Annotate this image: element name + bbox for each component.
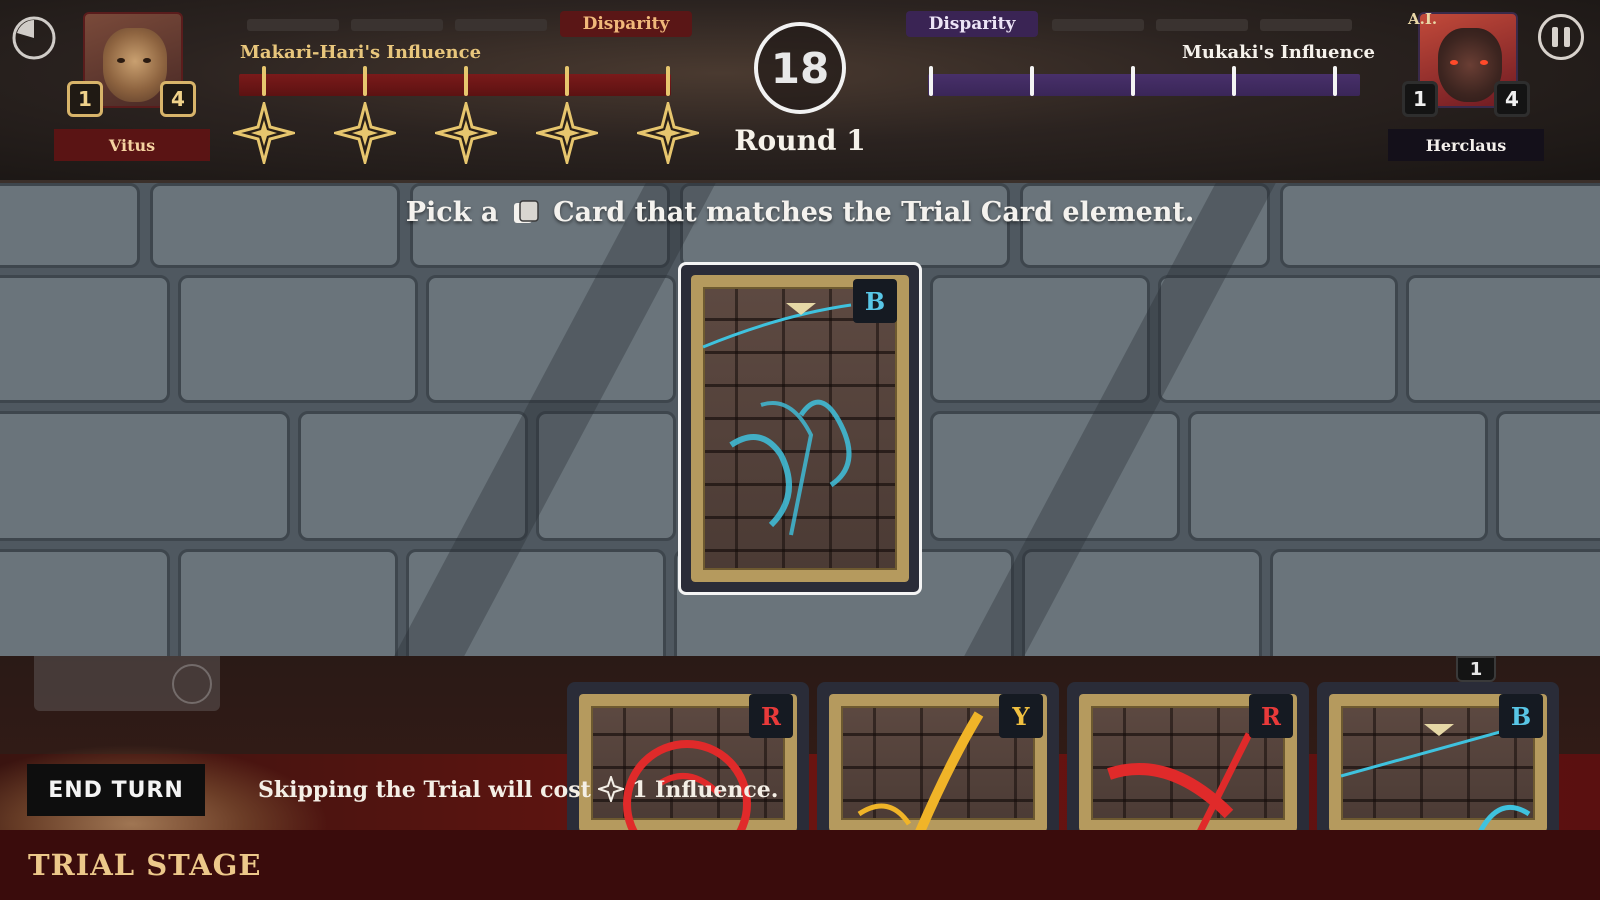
trial-card: B (678, 262, 922, 595)
player-influence-label: Makari-Hari's Influence (240, 42, 482, 63)
player-influence-tick (565, 66, 569, 96)
top-hud: 1 4 Vitus Disparity Makari-Hari's Influe… (0, 0, 1600, 183)
opponent-disparity-pip (1052, 19, 1144, 31)
player-disparity-pip (455, 19, 547, 31)
pause-button[interactable] (1538, 14, 1584, 60)
hand-card[interactable]: B (1317, 682, 1559, 832)
instruction-prefix: Pick a (405, 197, 499, 228)
skip-cost-suffix: 1 Influence. (632, 777, 779, 803)
round-label: Round 1 (734, 124, 866, 157)
opponent-influence-tick (1232, 66, 1236, 96)
turn-timer: 18 (754, 22, 846, 114)
player-name: Vitus (54, 129, 210, 161)
end-turn-button[interactable]: END TURN (27, 764, 205, 816)
hand-card[interactable]: Y (817, 682, 1059, 832)
opponent-influence-bar (928, 74, 1360, 96)
influence-star-icon (536, 102, 598, 164)
hand-card-element: B (1499, 694, 1543, 738)
skip-cost-prefix: Skipping the Trial will cost (258, 777, 591, 803)
hand-card-element: R (1249, 694, 1293, 738)
player-influence-bar (239, 74, 671, 96)
ai-tag: A.I. (1408, 10, 1438, 28)
deck-count: 1 (1456, 656, 1496, 682)
hand-card[interactable]: R (1067, 682, 1309, 832)
hand-card-element: R (749, 694, 793, 738)
instruction-text: Pick a Card that matches the Trial Card … (0, 197, 1600, 228)
opponent-influence-tick (1131, 66, 1135, 96)
influence-star-icon (233, 102, 295, 164)
skip-cost-text: Skipping the Trial will cost 1 Influence… (258, 776, 778, 803)
player-counter-right: 4 (160, 81, 196, 117)
influence-star-icon (637, 102, 699, 164)
trial-element-badge: B (853, 279, 897, 323)
opponent-face (1438, 28, 1502, 102)
opponent-influence-label: Mukaki's Influence (1182, 42, 1375, 63)
opponent-counter-right: 4 (1494, 81, 1530, 117)
discard-slot (34, 656, 220, 711)
influence-star-icon (334, 102, 396, 164)
player-influence-tick (262, 66, 266, 96)
opponent-disparity-pip (1260, 19, 1352, 31)
opponent-counter-left: 1 (1402, 81, 1438, 117)
opponent-influence-tick (929, 66, 933, 96)
opponent-influence-tick (1030, 66, 1034, 96)
player-disparity-pip (351, 19, 443, 31)
influence-star-icon (435, 102, 497, 164)
opponent-disparity-label: Disparity (906, 11, 1038, 37)
player-face (103, 28, 167, 102)
opponent-name: Herclaus (1388, 129, 1544, 161)
stage-label: TRIAL STAGE (28, 848, 262, 882)
player-influence-tick (666, 66, 670, 96)
player-disparity-pip (247, 19, 339, 31)
opponent-influence-tick (1333, 66, 1337, 96)
hand-card-element: Y (999, 694, 1043, 738)
player-disparity-label: Disparity (560, 11, 692, 37)
player-influence-tick (363, 66, 367, 96)
hand-card[interactable]: R (567, 682, 809, 832)
round-progress-icon[interactable] (10, 14, 58, 62)
player-counter-left: 1 (67, 81, 103, 117)
player-influence-tick (464, 66, 468, 96)
influence-star-icon (598, 776, 625, 802)
instruction-suffix: Card that matches the Trial Card element… (553, 197, 1195, 228)
hand-area: 1 R Y R B END TURN Skipping the Trial wi… (0, 656, 1600, 900)
pause-icon (1552, 27, 1558, 47)
card-icon (513, 200, 539, 223)
opponent-disparity-pip (1156, 19, 1248, 31)
